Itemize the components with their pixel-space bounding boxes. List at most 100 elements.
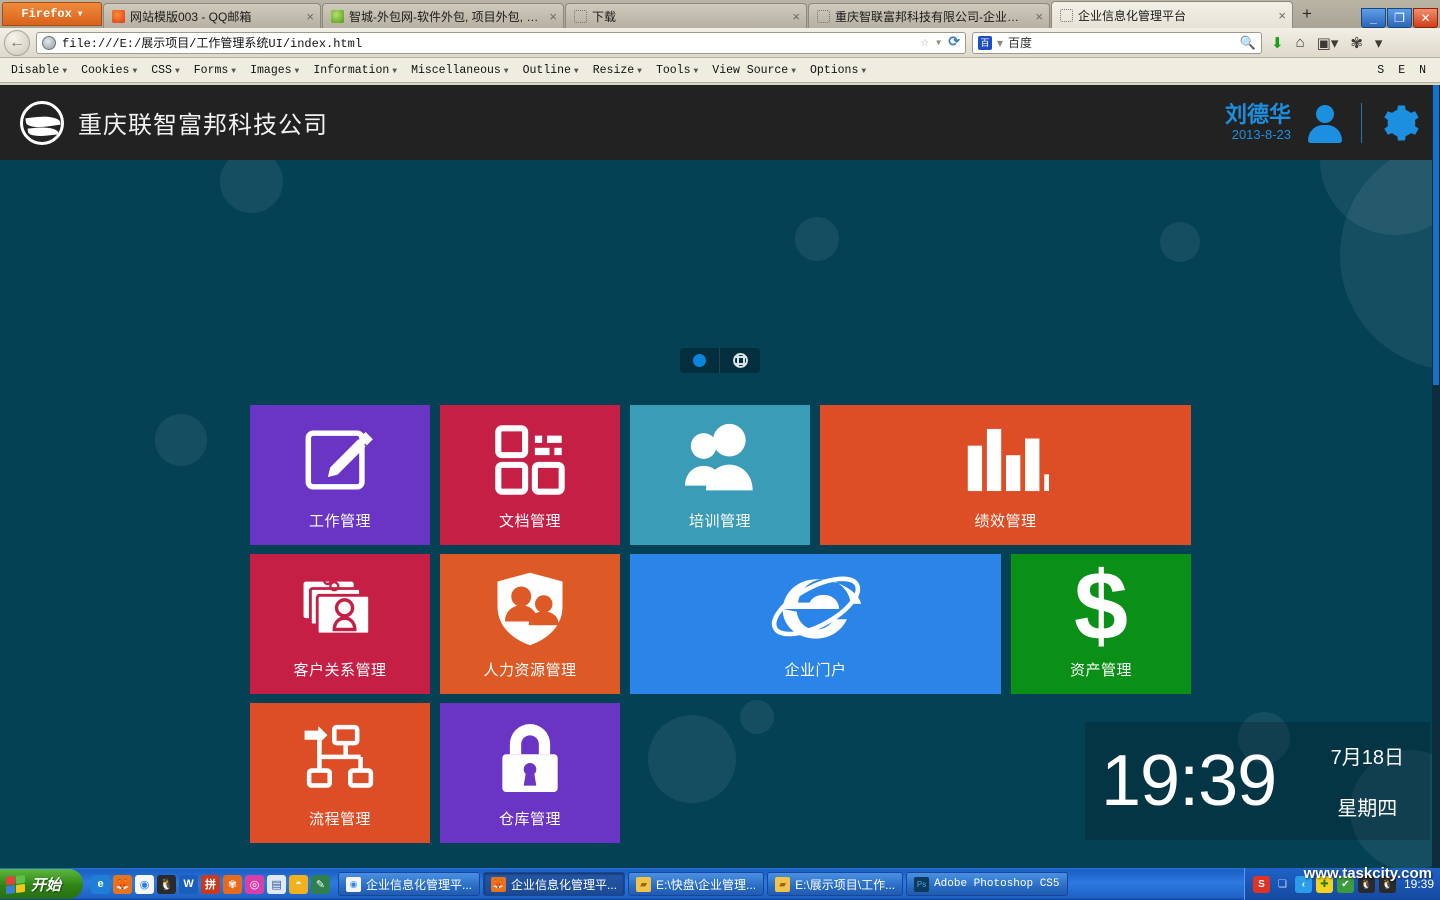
downloads-icon[interactable]: ⬇ <box>1268 34 1287 52</box>
chevron-down-icon[interactable]: ▾ <box>1372 34 1386 52</box>
devtool-miscellaneous[interactable]: Miscellaneous ▼ <box>404 64 516 77</box>
addons-icon[interactable]: ✾ <box>1347 34 1366 52</box>
tab-close-icon[interactable]: × <box>546 9 557 24</box>
tile-desktop: 工作管理 文档管理 培训管理 绩效管理 客户关系管理 人力资源管理 企业门户 $… <box>0 160 1440 868</box>
devtool-view-source[interactable]: View Source ▼ <box>705 64 803 77</box>
taskbar-item-label: 企业信息化管理平... <box>511 877 618 892</box>
search-icon[interactable]: 🔍 <box>1240 35 1256 51</box>
sogou-input-icon[interactable]: 拼 <box>201 874 221 894</box>
gear-icon[interactable] <box>1378 102 1420 144</box>
reload-icon[interactable]: ⟳ <box>948 34 960 51</box>
list-icon[interactable]: ▤ <box>267 874 287 894</box>
devtool-information[interactable]: Information ▼ <box>306 64 404 77</box>
qq-icon[interactable]: 🐧 <box>157 874 177 894</box>
devtool-css[interactable]: CSS ▼ <box>144 64 187 77</box>
shield-check-icon[interactable]: ✔ <box>1336 875 1354 893</box>
thunder-icon[interactable]: ◓ <box>289 874 309 894</box>
devtool-options[interactable]: Options ▼ <box>803 64 873 77</box>
user-name: 刘德华 <box>1224 102 1291 128</box>
devtool-cookies[interactable]: Cookies ▼ <box>74 64 144 77</box>
devtool-tools[interactable]: Tools ▼ <box>649 64 705 77</box>
tab-close-icon[interactable]: × <box>303 9 314 24</box>
devtool-resize[interactable]: Resize ▼ <box>586 64 649 77</box>
url-text: file:///E:/展示项目/工作管理系统UI/index.html <box>62 37 363 51</box>
firefox-icon[interactable]: 🦊 <box>113 874 133 894</box>
sogou-icon[interactable]: S <box>1252 875 1270 893</box>
taskbar-item-3[interactable]: ▰ E:\展示项目\工作... <box>767 872 904 896</box>
home-icon[interactable]: ⌂ <box>1293 34 1308 51</box>
page-scrollbar[interactable] <box>1432 85 1440 868</box>
tile-warehouse-management[interactable]: 仓库管理 <box>440 703 620 843</box>
devtool-letter-e[interactable]: E <box>1398 64 1405 77</box>
tile-label: 绩效管理 <box>974 513 1037 530</box>
chevron-down-icon[interactable]: ▾ <box>935 35 942 50</box>
tile-work-management[interactable]: 工作管理 <box>250 405 430 545</box>
tile-enterprise-portal[interactable]: 企业门户 <box>630 554 1001 694</box>
taskbar-item-2[interactable]: ▰ E:\快盘\企业管理... <box>628 872 765 896</box>
documents-grid-icon <box>440 405 620 515</box>
devtool-letter-n[interactable]: N <box>1419 64 1426 77</box>
scrollbar-thumb[interactable] <box>1433 85 1439 385</box>
page-dot-button[interactable] <box>680 348 720 373</box>
tile-training-management[interactable]: 培训管理 <box>630 405 810 545</box>
taskbar-item-4[interactable]: Ps Adobe Photoshop CS5 <box>906 872 1068 896</box>
all-apps-button[interactable] <box>720 348 760 373</box>
taskbar-item-1[interactable]: 🦊 企业信息化管理平... <box>483 872 626 896</box>
new-tab-button[interactable]: + <box>1296 4 1318 26</box>
tile-performance-management[interactable]: 绩效管理 <box>820 405 1191 545</box>
devtool-disable[interactable]: Disable ▼ <box>4 64 74 77</box>
chevron-down-icon[interactable]: ▾ <box>997 36 1003 50</box>
qq-icon[interactable]: 🐧 <box>1357 875 1375 893</box>
start-button[interactable]: 开始 <box>0 869 84 899</box>
tile-asset-management[interactable]: $ 资产管理 <box>1011 554 1191 694</box>
devtool-forms[interactable]: Forms ▼ <box>187 64 243 77</box>
tab-close-icon[interactable]: × <box>1275 8 1286 23</box>
chevron-down-icon: ▼ <box>503 66 509 76</box>
search-bar[interactable]: 百 ▾ 百度 🔍 <box>972 31 1262 54</box>
header-divider <box>1361 102 1362 143</box>
browser-tab-0[interactable]: 网站模版003 - QQ邮箱 × <box>103 3 321 28</box>
tray-clock[interactable]: 19:39 <box>1400 877 1434 891</box>
blank-favicon-icon <box>1060 8 1073 22</box>
qq-icon[interactable]: 🐧 <box>1378 875 1396 893</box>
wps-icon[interactable]: W <box>179 874 199 894</box>
show-desktop-icon[interactable]: ❏ <box>1274 876 1291 893</box>
tab-close-icon[interactable]: × <box>789 9 800 24</box>
firefox-menu-button[interactable]: Firefox ▼ <box>2 2 102 26</box>
tile-workflow-management[interactable]: 流程管理 <box>250 703 430 843</box>
close-window-button[interactable]: ✕ <box>1413 8 1438 28</box>
chevron-down-icon: ▼ <box>861 66 867 76</box>
bookmarks-icon[interactable]: ▣▾ <box>1314 34 1342 52</box>
tile-hr-management[interactable]: 人力资源管理 <box>440 554 620 694</box>
tab-close-icon[interactable]: × <box>1032 9 1043 24</box>
browser-tab-4[interactable]: 企业信息化管理平台 × <box>1051 1 1293 28</box>
chrome-icon[interactable]: ◉ <box>135 874 155 894</box>
back-button[interactable]: ← <box>4 29 30 56</box>
brand-title: 重庆联智富邦科技公司 <box>78 112 328 139</box>
maximize-button[interactable]: ❐ <box>1387 8 1412 28</box>
browser-tab-1[interactable]: 智城-外包网-软件外包, 项目外包, … × <box>322 3 564 28</box>
devtool-outline[interactable]: Outline ▼ <box>516 64 586 77</box>
address-bar[interactable]: file:///E:/展示项目/工作管理系统UI/index.html ☆ ▾ … <box>36 31 966 54</box>
tile-crm[interactable]: 客户关系管理 <box>250 554 430 694</box>
folder-icon: ▰ <box>636 876 652 892</box>
taskbar-item-0[interactable]: ◉ 企业信息化管理平... <box>338 872 481 896</box>
back-arrow-icon[interactable]: ‹ <box>1294 875 1312 893</box>
chevron-down-icon: ▼ <box>392 66 398 76</box>
search-input[interactable]: 百度 <box>1008 34 1235 51</box>
avatar-icon[interactable] <box>1303 103 1347 143</box>
devtool-letter-s[interactable]: S <box>1377 64 1384 77</box>
minimize-button[interactable]: _ <box>1361 8 1386 28</box>
settings-gear-icon[interactable]: ✾ <box>223 874 243 894</box>
internet-explorer-icon[interactable]: e <box>91 874 111 894</box>
editor-icon[interactable]: ✎ <box>311 874 331 894</box>
bookmark-star-icon[interactable]: ☆ <box>921 34 929 51</box>
plus-icon[interactable]: ✚ <box>1315 875 1333 893</box>
browser-tab-3[interactable]: 重庆智联富邦科技有限公司-企业信… × <box>808 3 1050 28</box>
clock-widget: 19:39 7月18日 星期四 <box>1085 722 1430 840</box>
devtool-images[interactable]: Images ▼ <box>243 64 306 77</box>
qq-mail-icon <box>112 9 125 23</box>
browser-tab-2[interactable]: 下载 × <box>565 3 807 28</box>
media-icon[interactable]: ◎ <box>245 874 265 894</box>
tile-document-management[interactable]: 文档管理 <box>440 405 620 545</box>
